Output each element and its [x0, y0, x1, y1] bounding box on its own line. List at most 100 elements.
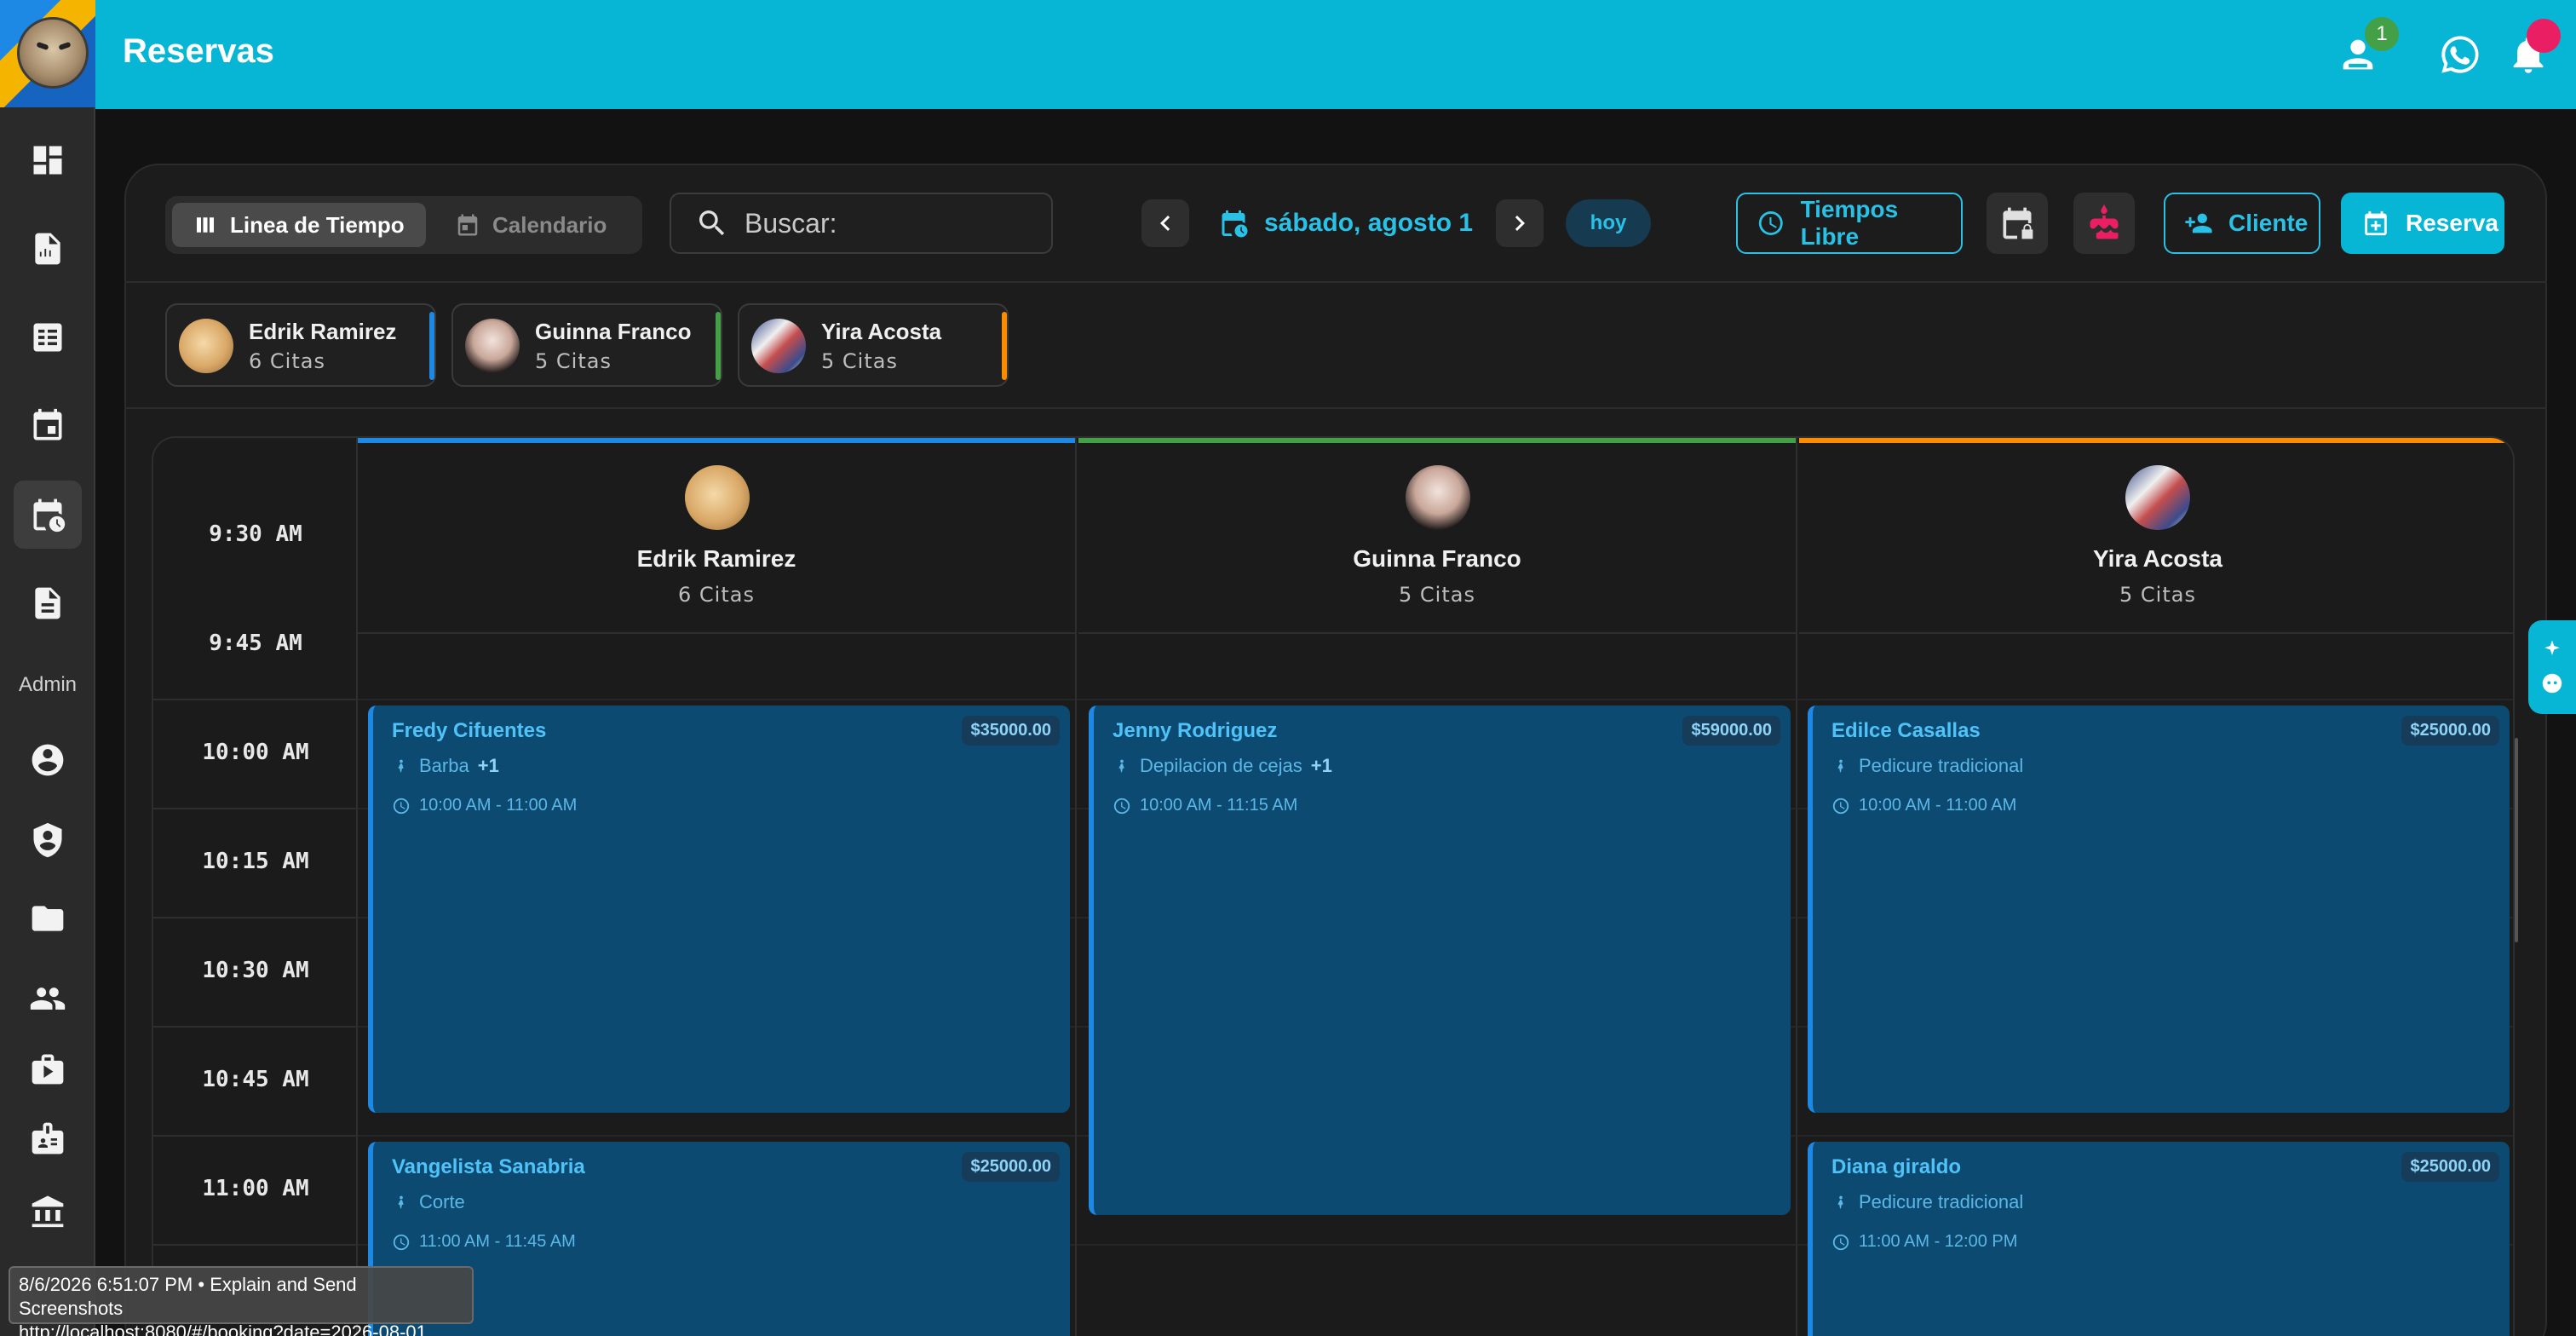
grid-scrollbar[interactable] [2515, 738, 2518, 942]
chevron-right-icon [1515, 216, 1525, 231]
free-time-button[interactable]: Tiempos Libre [1736, 193, 1963, 254]
time-divider [153, 808, 358, 809]
previous-day-button[interactable] [1141, 199, 1189, 247]
avatar [685, 465, 750, 530]
clock-icon [1113, 798, 1130, 814]
view-toggle: Linea de Tiempo Calendario [165, 196, 642, 254]
current-date-label: sábado, agosto 1 [1264, 209, 1474, 237]
column-header-divider [358, 632, 1075, 634]
column-staff-name: Edrik Ramirez [636, 545, 796, 572]
appointment-price: $35000.00 [962, 716, 1060, 746]
blocked-calendar-button[interactable] [1987, 193, 2048, 254]
search-box [670, 193, 1053, 254]
calendar-view-label: Calendario [492, 211, 607, 238]
service-name: Corte [419, 1191, 465, 1212]
calendar-icon [457, 214, 478, 236]
staff-chip-guinna[interactable]: Guinna Franco 5 Citas [451, 303, 722, 387]
admin-shield-icon[interactable] [14, 806, 82, 874]
pending-count-badge: 1 [2365, 17, 2399, 51]
free-time-label: Tiempos Libre [1800, 196, 1899, 250]
staff-color-bar [1002, 312, 1007, 380]
assistant-side-tab[interactable] [2528, 620, 2576, 714]
staff-name: Guinna Franco [535, 319, 692, 344]
new-booking-button[interactable]: Reserva [2341, 193, 2504, 254]
appointment-client: Jenny Rodriguez [1113, 719, 1278, 742]
dashboard-icon[interactable] [14, 126, 82, 194]
appointment-client: Edilce Casallas [1831, 719, 1981, 742]
appointment-card[interactable]: Diana giraldo $25000.00 Pedicure tradici… [1808, 1142, 2510, 1336]
time-divider [153, 699, 358, 700]
column-header-divider [1799, 632, 2513, 634]
app-root: Admin Reservas 1 Linea de Tiempo Calenda… [0, 0, 2576, 1336]
logo-avatar-icon [17, 17, 89, 89]
service-icon [1837, 759, 1843, 773]
calendar-view-button[interactable]: Calendario [455, 203, 607, 247]
current-date[interactable]: sábado, agosto 1 [1218, 203, 1473, 244]
search-input[interactable] [745, 207, 1034, 239]
column-color-bar [1799, 438, 2513, 443]
appointment-client: Diana giraldo [1831, 1155, 1962, 1178]
add-client-button[interactable]: Cliente [2164, 193, 2320, 254]
badge-icon[interactable] [14, 1104, 82, 1172]
staff-chip-edrik[interactable]: Edrik Ramirez 6 Citas [165, 303, 436, 387]
service-icon [1118, 759, 1124, 773]
building-icon[interactable] [14, 1176, 82, 1244]
avatar [179, 319, 233, 373]
appointment-card[interactable]: Fredy Cifuentes $35000.00 Barba +1 10:00… [368, 705, 1070, 1113]
calendar-add-icon [2365, 210, 2387, 236]
appointment-time: 10:00 AM - 11:00 AM [392, 796, 577, 815]
service-name: Pedicure tradicional [1859, 1191, 2024, 1212]
appointment-service: Corte [392, 1191, 465, 1213]
time-label: 9:30 AM [209, 521, 302, 547]
column-staff-count: 6 Citas [678, 583, 755, 607]
appointment-card[interactable]: Jenny Rodriguez $59000.00 Depilacion de … [1089, 705, 1791, 1215]
column-staff-name: Guinna Franco [1353, 545, 1521, 572]
account-circle-icon[interactable] [14, 726, 82, 794]
time-label: 10:45 AM [202, 1067, 309, 1092]
appointment-card[interactable]: Edilce Casallas $25000.00 Pedicure tradi… [1808, 705, 2510, 1113]
appointment-client: Vangelista Sanabria [392, 1155, 585, 1178]
whatsapp-icon[interactable] [2438, 32, 2482, 77]
staff-count: 5 Citas [535, 349, 612, 373]
service-name: Depilacion de cejas [1140, 755, 1302, 776]
time-range: 11:00 AM - 11:45 AM [419, 1232, 576, 1251]
brand-logo[interactable] [0, 0, 95, 107]
appointment-price: $59000.00 [1682, 716, 1780, 746]
sparkle-icon [2544, 640, 2560, 655]
screenshot-tooltip: 8/6/2026 6:51:07 PM • Explain and Send S… [9, 1266, 474, 1336]
avatar [751, 319, 806, 373]
new-booking-label: Reserva [2406, 210, 2498, 236]
time-range: 11:00 AM - 12:00 PM [1859, 1232, 2018, 1251]
top-app-bar: Reservas [95, 0, 2576, 109]
time-range: 10:00 AM - 11:00 AM [1859, 796, 2017, 815]
column-staff-name: Yira Acosta [2093, 545, 2222, 572]
toolbar-divider [124, 281, 2547, 283]
time-divider [153, 1026, 358, 1028]
assistant-icon [2542, 673, 2562, 694]
invoice-icon[interactable] [14, 215, 82, 283]
document-icon[interactable] [14, 569, 82, 637]
staff-name: Yira Acosta [821, 319, 942, 344]
calendar-event-icon[interactable] [14, 392, 82, 460]
calculator-icon[interactable] [14, 303, 82, 371]
cake-icon [2090, 204, 2119, 239]
people-icon[interactable] [14, 965, 82, 1033]
staff-count: 6 Citas [249, 349, 325, 373]
service-name: Pedicure tradicional [1859, 755, 2024, 776]
booking-clock-icon[interactable] [14, 481, 82, 549]
time-label: 11:00 AM [202, 1176, 309, 1201]
appointment-time: 10:00 AM - 11:00 AM [1831, 796, 2016, 815]
appointment-time: 11:00 AM - 11:45 AM [392, 1232, 576, 1252]
today-button[interactable]: hoy [1566, 199, 1651, 247]
admin-section-label: Admin [18, 673, 78, 696]
column-color-bar [1078, 438, 1796, 443]
time-label: 10:30 AM [202, 958, 309, 983]
birthdays-button[interactable] [2073, 193, 2135, 254]
staff-chip-yira[interactable]: Yira Acosta 5 Citas [738, 303, 1009, 387]
folder-icon[interactable] [14, 884, 82, 953]
timeline-view-button[interactable]: Linea de Tiempo [172, 203, 426, 247]
briefcase-play-icon[interactable] [14, 1034, 82, 1103]
appointment-price: $25000.00 [2401, 1152, 2499, 1182]
column-color-bar [358, 438, 1075, 443]
next-day-button[interactable] [1496, 199, 1544, 247]
